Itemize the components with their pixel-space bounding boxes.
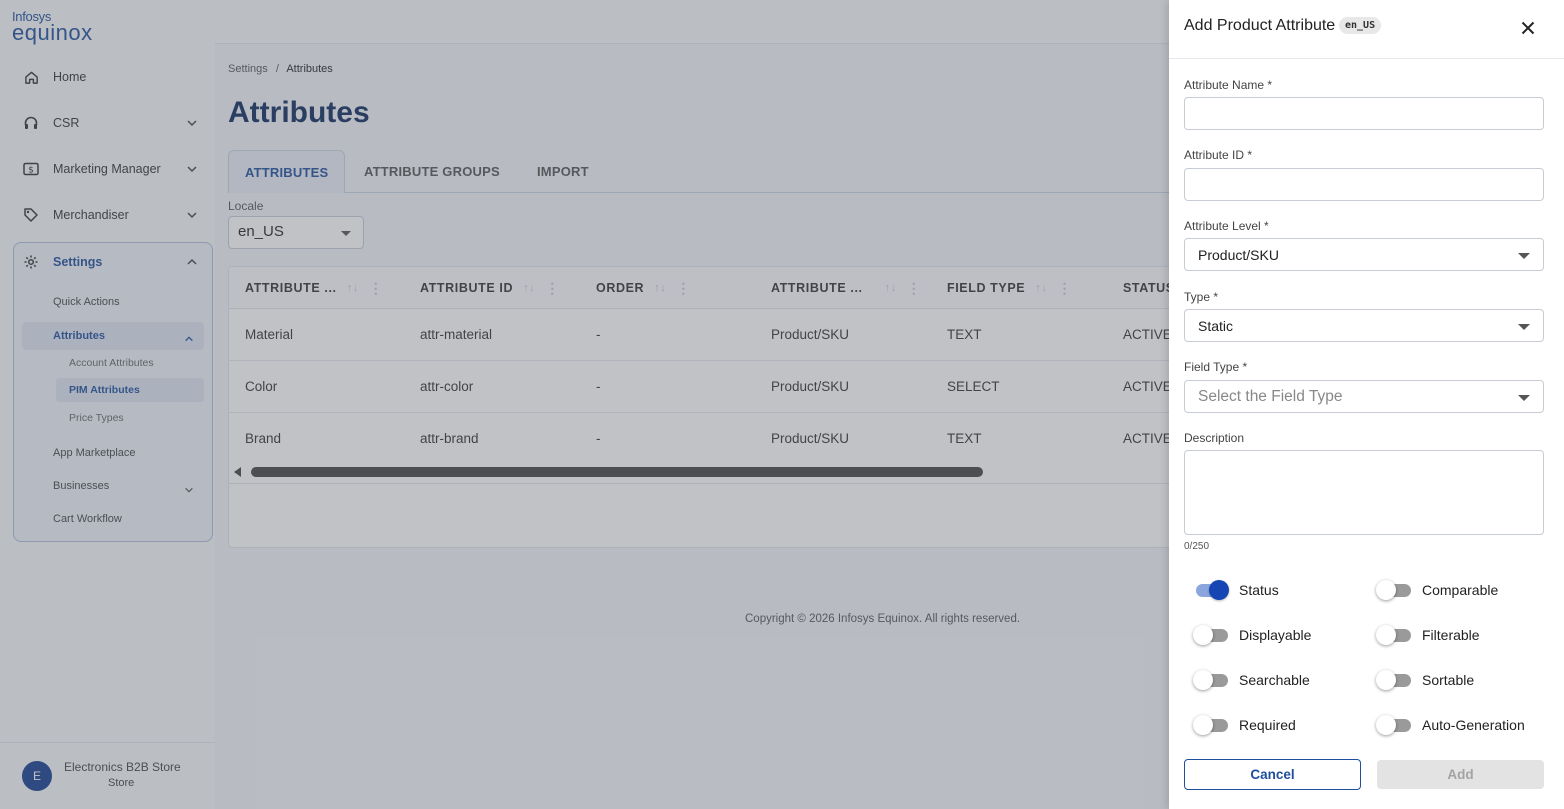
filterable-toggle[interactable]: Filterable	[1376, 624, 1480, 646]
toggle-switch[interactable]	[1376, 714, 1414, 736]
description-label: Description	[1184, 431, 1245, 445]
description-counter: 0/250	[1184, 541, 1210, 552]
toggle-switch[interactable]	[1193, 624, 1231, 646]
attribute-id-label: Attribute ID *	[1184, 148, 1253, 162]
field-type-select[interactable]: Select the Field Type	[1184, 380, 1544, 413]
toggle-switch[interactable]	[1193, 714, 1231, 736]
status-toggle[interactable]: Status	[1193, 579, 1279, 601]
searchable-toggle[interactable]: Searchable	[1193, 669, 1310, 691]
attribute-level-select[interactable]: Product/SKU	[1184, 238, 1544, 271]
close-icon	[1521, 21, 1535, 35]
drawer-title: Add Product Attribute	[1184, 17, 1336, 34]
attribute-name-input[interactable]	[1184, 97, 1544, 130]
toggle-switch[interactable]	[1376, 624, 1414, 646]
auto-generation-toggle[interactable]: Auto-Generation	[1376, 714, 1525, 736]
locale-badge: en_US	[1339, 17, 1382, 34]
type-label: Type *	[1184, 290, 1219, 304]
toggle-switch[interactable]	[1376, 669, 1414, 691]
drawer-header: Add Product Attribute en_US	[1169, 0, 1564, 59]
type-select[interactable]: Static	[1184, 309, 1544, 342]
type-value: Static	[1198, 318, 1234, 334]
displayable-toggle[interactable]: Displayable	[1193, 624, 1311, 646]
field-type-placeholder: Select the Field Type	[1198, 388, 1343, 405]
caret-down-icon	[1518, 253, 1530, 259]
attribute-level-value: Product/SKU	[1198, 247, 1279, 263]
attribute-id-input[interactable]	[1184, 168, 1544, 201]
attribute-level-label: Attribute Level *	[1184, 219, 1269, 233]
toggle-switch[interactable]	[1376, 579, 1414, 601]
field-type-label: Field Type *	[1184, 360, 1248, 374]
cancel-button[interactable]: Cancel	[1184, 759, 1361, 790]
caret-down-icon	[1518, 324, 1530, 330]
description-textarea[interactable]	[1184, 450, 1544, 535]
attribute-name-label: Attribute Name *	[1184, 78, 1273, 92]
toggle-switch[interactable]	[1193, 579, 1231, 601]
modal-backdrop[interactable]	[0, 0, 1169, 809]
close-button[interactable]	[1518, 18, 1538, 38]
sortable-toggle[interactable]: Sortable	[1376, 669, 1474, 691]
required-toggle[interactable]: Required	[1193, 714, 1296, 736]
caret-down-icon	[1518, 395, 1530, 401]
add-attribute-drawer: Add Product Attribute en_US Attribute Na…	[1169, 0, 1564, 809]
add-button[interactable]: Add	[1377, 760, 1544, 789]
comparable-toggle[interactable]: Comparable	[1376, 579, 1498, 601]
toggle-switch[interactable]	[1193, 669, 1231, 691]
